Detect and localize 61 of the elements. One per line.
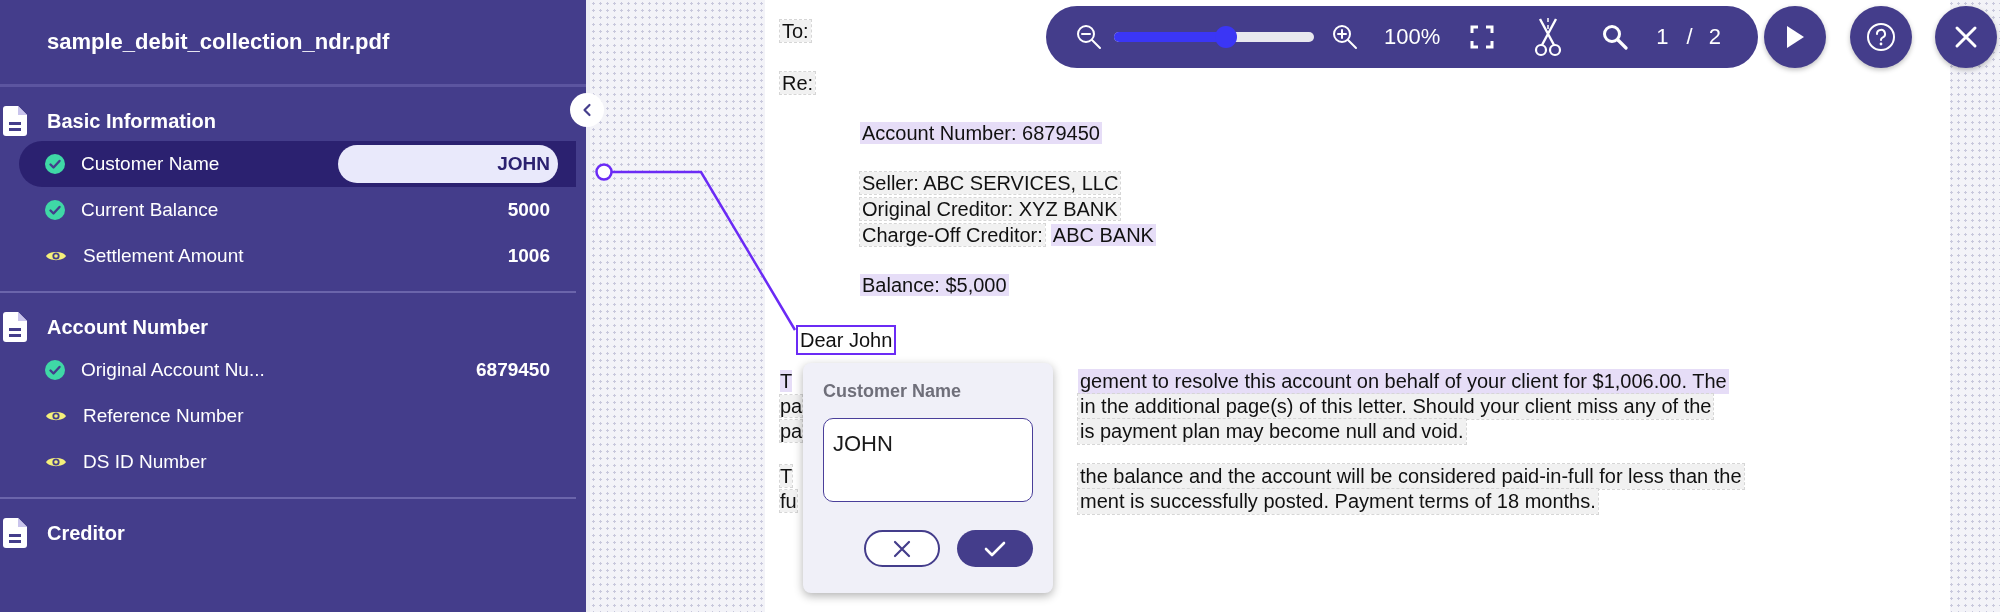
document-text: To:: [780, 20, 811, 42]
file-name: sample_debit_collection_ndr.pdf: [47, 29, 390, 55]
document-text: Re:: [780, 72, 816, 94]
document-text: ment is successfully posted. Payment terms of 18 months.: [1078, 489, 1598, 514]
field-label: Customer Name: [81, 153, 221, 175]
document-text: is payment plan may become null and void.: [1078, 419, 1466, 444]
field-value: 1006: [507, 245, 550, 267]
section-title[interactable]: Account Number: [47, 315, 209, 339]
document-icon: [3, 106, 27, 136]
document-text: Account Number: 6879450: [860, 122, 1102, 144]
value-field[interactable]: JOHN: [338, 145, 558, 183]
field-row[interactable]: Customer Name JOHN: [19, 141, 576, 187]
page-total: 2: [1708, 24, 1721, 50]
document-text: the balance and the account will be considered paid-in-full for less than the: [1078, 464, 1744, 489]
document-text: T: [780, 465, 793, 487]
document-text: pa: [780, 420, 803, 442]
field-row[interactable]: DS ID Number: [19, 439, 576, 485]
document-text: Charge-Off Creditor:: [860, 224, 1045, 246]
chevron-left-icon: [582, 103, 592, 117]
field-value: 6879450: [476, 359, 550, 381]
document-text: pa: [780, 395, 803, 417]
field-label: DS ID Number: [83, 451, 208, 473]
section-title[interactable]: Creditor: [47, 521, 125, 545]
field-label: Current Balance: [81, 199, 220, 221]
field-label: Original Account Nu...: [81, 359, 266, 381]
cancel-icon: [892, 538, 912, 559]
document-text: Balance: $5,000: [860, 274, 1009, 296]
document-text: T: [780, 370, 793, 392]
field-value: 5000: [507, 199, 550, 221]
field-row[interactable]: Reference Number: [19, 393, 576, 439]
text-field[interactable]: JOHN: [823, 418, 1033, 502]
page-separator: /: [1686, 24, 1693, 50]
cancel-button[interactable]: [864, 530, 940, 567]
confirm-button[interactable]: [957, 530, 1033, 567]
popup-title: Customer Name: [823, 381, 963, 402]
document-text: gement to resolve this account on behalf of your client for $1,006.00. The: [1078, 369, 1729, 394]
play-icon: [1785, 25, 1805, 49]
field-row[interactable]: Current Balance 5000: [19, 187, 576, 233]
current-page[interactable]: 1: [1656, 24, 1669, 50]
document-icon: [3, 518, 27, 548]
search-icon[interactable]: [1602, 24, 1629, 50]
zoom-out-icon[interactable]: [1076, 24, 1102, 50]
field-label: Reference Number: [83, 405, 245, 427]
document-text: Original Creditor: XYZ BANK: [860, 198, 1120, 220]
document-text: in the additional page(s) of this letter. Should your client miss any of the: [1078, 394, 1714, 419]
close-icon: [1954, 25, 1978, 49]
document-text: Seller: ABC SERVICES, LLC: [860, 172, 1121, 194]
document-icon: [3, 312, 27, 342]
document-text: fu: [780, 490, 797, 512]
fullscreen-icon[interactable]: [1470, 25, 1495, 49]
field-row[interactable]: Settlement Amount 1006: [19, 233, 576, 279]
zoom-in-icon[interactable]: [1332, 24, 1358, 50]
check-icon: [984, 539, 1006, 558]
field-row[interactable]: Original Account Nu... 6879450: [19, 347, 576, 393]
zoom-percentage: 100%: [1384, 24, 1441, 50]
help-icon: [1866, 22, 1896, 52]
selected-text-box[interactable]: Dear John: [796, 325, 897, 355]
scissors-icon[interactable]: [1534, 17, 1563, 57]
document-text: ABC BANK: [1050, 224, 1156, 246]
section-title[interactable]: Basic Information: [47, 109, 216, 133]
field-label: Settlement Amount: [83, 245, 245, 267]
